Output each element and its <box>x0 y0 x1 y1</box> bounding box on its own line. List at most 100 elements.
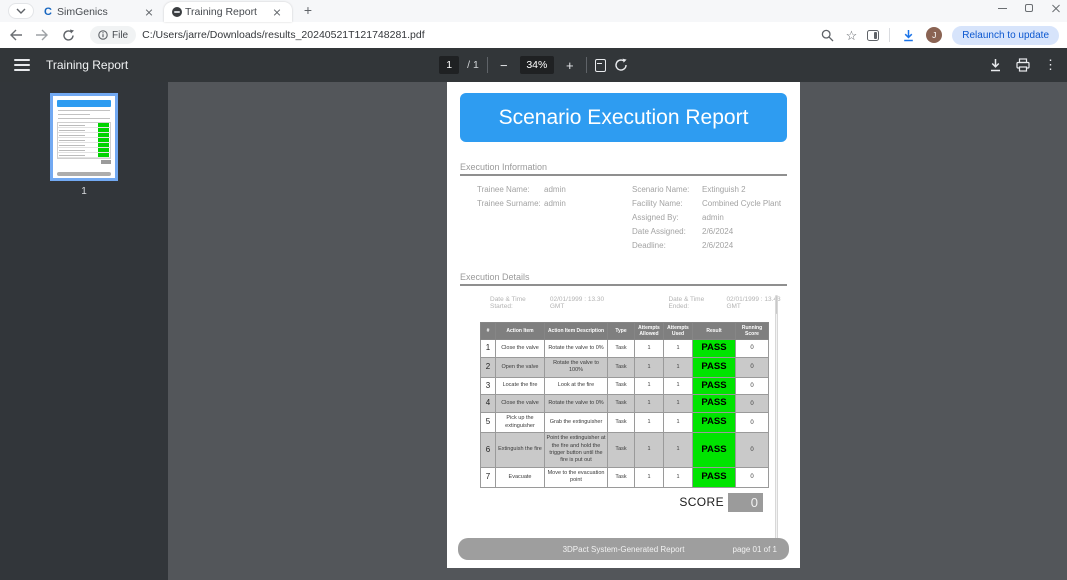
report-title-banner: Scenario Execution Report <box>460 93 787 142</box>
field-value: admin <box>544 199 566 208</box>
table-cell: 0 <box>736 395 769 413</box>
field-row: Deadline:2/6/2024 <box>632 241 787 250</box>
zoom-in-button[interactable]: + <box>562 58 578 73</box>
tab-simgenics[interactable]: C SimGenics <box>36 2 164 22</box>
tab-close-icon[interactable] <box>270 5 284 19</box>
divider <box>487 57 488 73</box>
side-panel-icon[interactable] <box>867 30 879 41</box>
field-row: Scenario Name:Extinguish 2 <box>632 185 787 194</box>
table-cell: 1 <box>664 357 693 377</box>
table-cell: 5 <box>481 413 496 433</box>
search-icon <box>821 29 834 42</box>
field-label: Date & Time Started: <box>490 296 542 310</box>
table-cell: Task <box>608 340 635 358</box>
thumbnail-footer <box>57 172 111 176</box>
zoom-button[interactable] <box>820 27 836 43</box>
field-row: Date Assigned:2/6/2024 <box>632 227 787 236</box>
field-row: Trainee Name:admin <box>477 185 612 194</box>
table-header-cell: # <box>481 323 496 340</box>
thumbnail-sidebar: 1 <box>0 82 168 580</box>
page-1-thumbnail[interactable] <box>50 93 118 181</box>
field-value: admin <box>702 213 724 222</box>
forward-button[interactable] <box>34 27 50 43</box>
field-label: Deadline: <box>632 241 702 250</box>
thumbnail-line <box>58 110 110 111</box>
zoom-level-input[interactable]: 34% <box>520 56 554 74</box>
table-header-cell: Attempts Allowed <box>635 323 664 340</box>
table-cell: Task <box>608 377 635 395</box>
field-value: Combined Cycle Plant <box>702 199 781 208</box>
table-cell: 4 <box>481 395 496 413</box>
table-cell: 1 <box>635 357 664 377</box>
section-heading: Execution Information <box>460 162 787 172</box>
table-row: 7EvacuateMove to the evacuation pointTas… <box>481 467 769 487</box>
table-cell: 1 <box>635 340 664 358</box>
relaunch-update-button[interactable]: Relaunch to update <box>952 26 1059 45</box>
field-label: Assigned By: <box>632 213 702 222</box>
back-button[interactable] <box>8 27 24 43</box>
table-cell: 6 <box>481 433 496 468</box>
table-cell: 1 <box>664 433 693 468</box>
thumbnail-page-number: 1 <box>0 186 168 197</box>
table-cell: 0 <box>736 467 769 487</box>
zoom-out-button[interactable]: − <box>496 58 512 73</box>
downloads-button[interactable] <box>900 27 916 43</box>
new-tab-button[interactable]: + <box>298 0 318 20</box>
section-divider <box>460 284 787 286</box>
reload-icon <box>62 29 75 42</box>
result-cell: PASS <box>693 395 736 413</box>
table-cell: 1 <box>664 413 693 433</box>
table-cell: Look at the fire <box>545 377 608 395</box>
table-cell: 3 <box>481 377 496 395</box>
more-options-icon[interactable]: ⋮ <box>1044 57 1057 73</box>
table-row: 5Pick up the extinguisherGrab the exting… <box>481 413 769 433</box>
table-row: 6Extinguish the firePoint the extinguish… <box>481 433 769 468</box>
thumbnail-line <box>58 114 90 115</box>
table-header-cell: Type <box>608 323 635 340</box>
execution-information: Trainee Name:adminTrainee Surname:admin … <box>447 185 800 255</box>
table-cell: Pick up the extinguisher <box>496 413 545 433</box>
profile-avatar[interactable]: J <box>926 27 942 43</box>
site-chip-label: File <box>112 30 128 41</box>
table-header-cell: Running Score <box>736 323 769 340</box>
table-scrollbar[interactable] <box>775 295 778 547</box>
close-window-button[interactable] <box>1051 3 1061 13</box>
maximize-button[interactable] <box>1025 4 1033 12</box>
thumbnail-score-box <box>101 160 111 164</box>
download-icon[interactable] <box>989 58 1002 72</box>
field-label: Facility Name: <box>632 199 702 208</box>
document-title: Training Report <box>46 58 128 72</box>
rotate-icon[interactable] <box>614 58 628 72</box>
tab-search-button[interactable] <box>8 3 34 19</box>
table-cell: Grab the extinguisher <box>545 413 608 433</box>
table-cell: 1 <box>635 377 664 395</box>
table-row: 1Close the valveRotate the valve to 0%Ta… <box>481 340 769 358</box>
minimize-button[interactable] <box>998 8 1007 9</box>
tab-close-icon[interactable] <box>142 5 156 19</box>
table-cell: Task <box>608 467 635 487</box>
page-number-input[interactable]: 1 <box>439 56 459 74</box>
result-cell: PASS <box>693 340 736 358</box>
window-controls <box>998 3 1061 13</box>
menu-icon[interactable] <box>14 59 30 71</box>
bookmark-star-icon[interactable]: ☆ <box>846 29 858 42</box>
simgenics-favicon-icon: C <box>44 6 57 18</box>
print-icon[interactable] <box>1016 58 1030 72</box>
tab-training-report[interactable]: Training Report <box>164 2 292 22</box>
address-bar[interactable]: File C:/Users/jarre/Downloads/results_20… <box>86 25 810 45</box>
chevron-down-icon <box>16 8 26 14</box>
table-cell: Task <box>608 433 635 468</box>
result-cell: PASS <box>693 467 736 487</box>
site-info-chip[interactable]: File <box>90 26 136 44</box>
field-value: Extinguish 2 <box>702 185 746 194</box>
address-toolbar: File C:/Users/jarre/Downloads/results_20… <box>0 22 1067 48</box>
footer-text: 3DPact System-Generated Report <box>563 545 685 554</box>
field-label: Date Assigned: <box>632 227 702 236</box>
pdf-page-controls: 1 / 1 − 34% + <box>416 56 652 74</box>
table-cell: Open the valve <box>496 357 545 377</box>
reload-button[interactable] <box>60 27 76 43</box>
pdf-viewport[interactable]: Scenario Execution Report Execution Info… <box>168 82 1067 580</box>
field-row: Date & Time Ended:02/01/1999 : 13.43 GMT <box>668 296 787 310</box>
fit-to-page-icon[interactable] <box>595 59 606 72</box>
table-cell: Task <box>608 357 635 377</box>
